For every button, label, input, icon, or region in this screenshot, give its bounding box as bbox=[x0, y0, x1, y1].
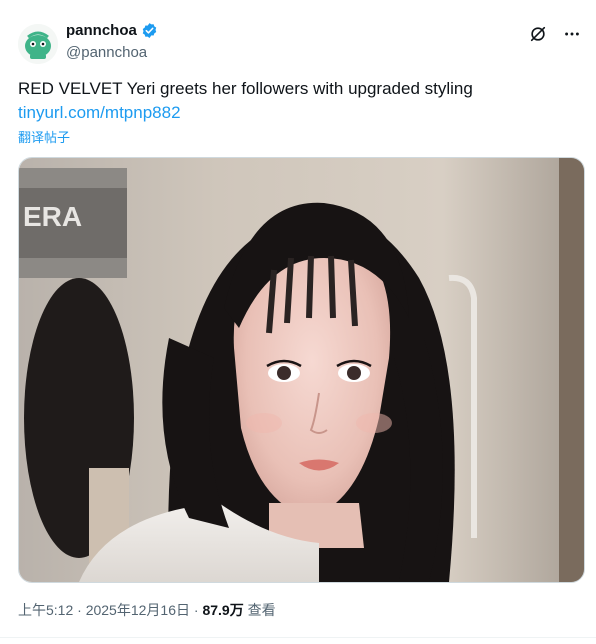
top-actions bbox=[528, 24, 582, 44]
sign-text: ERA bbox=[23, 201, 82, 232]
post-text: RED VELVET Yeri greets her followers wit… bbox=[18, 79, 473, 98]
separator: · bbox=[73, 602, 86, 618]
slash-circle-icon[interactable] bbox=[528, 24, 548, 44]
photo-portrait: ERA bbox=[19, 158, 584, 582]
verified-badge-icon bbox=[142, 23, 157, 38]
post-header: pannchoa @pannchoa bbox=[18, 20, 582, 66]
post-time[interactable]: 上午5:12 bbox=[18, 602, 73, 618]
post-link[interactable]: tinyurl.com/mtpnp882 bbox=[18, 102, 181, 124]
avatar-image bbox=[18, 24, 58, 64]
display-name[interactable]: pannchoa bbox=[66, 22, 137, 39]
view-count: 87.9万 bbox=[202, 602, 244, 618]
post-media-image[interactable]: ERA bbox=[18, 157, 585, 583]
name-row: pannchoa bbox=[66, 22, 158, 39]
avatar[interactable] bbox=[18, 24, 58, 64]
more-icon[interactable] bbox=[562, 24, 582, 44]
translate-post-button[interactable]: 翻译帖子 bbox=[18, 127, 70, 146]
post-meta: 上午5:12 · 2025年12月16日 · 87.9万 查看 bbox=[18, 600, 276, 620]
post-date[interactable]: 2025年12月16日 bbox=[86, 602, 190, 618]
divider bbox=[0, 637, 596, 638]
views-label: 查看 bbox=[243, 602, 276, 618]
separator: · bbox=[190, 602, 203, 618]
handle[interactable]: @pannchoa bbox=[66, 44, 147, 61]
